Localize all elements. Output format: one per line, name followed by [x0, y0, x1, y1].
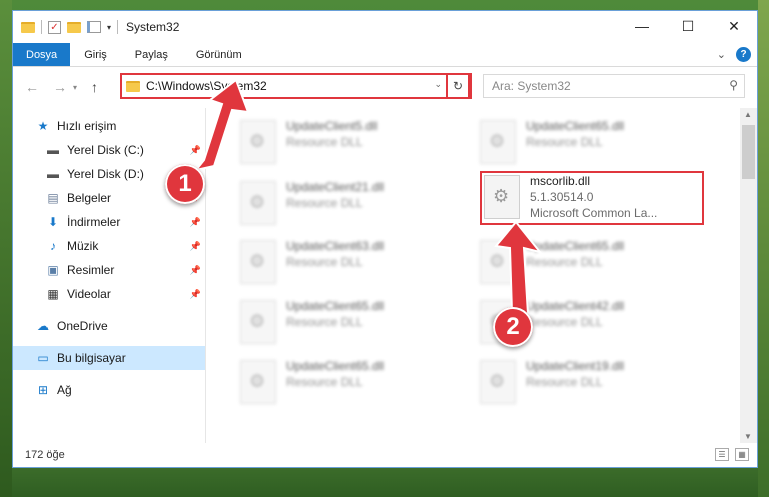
arrow-2 [494, 220, 543, 316]
arrow-1 [193, 78, 250, 172]
callout-badge-1: 1 [165, 164, 205, 204]
callout-badge-2: 2 [493, 307, 533, 347]
annotation-arrows [193, 78, 543, 316]
